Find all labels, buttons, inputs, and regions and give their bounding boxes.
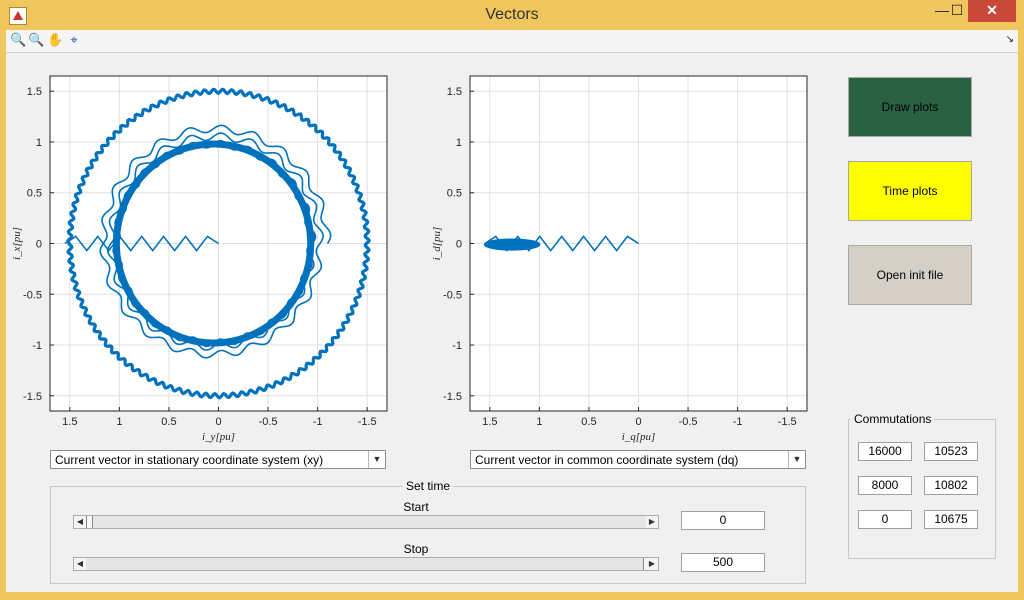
stop-time-input[interactable]: 500 [681, 553, 765, 572]
y-tick-label: 0 [36, 239, 42, 251]
x-tick-label: 0.5 [161, 416, 176, 428]
commutations-panel: Commutations 16000 10523 8000 10802 0 10… [848, 412, 996, 559]
start-label: Start [403, 500, 429, 514]
x-tick-label: -1 [313, 416, 323, 428]
figure-client-area: 1.5 1.5 1 1 0.5 0.5 0 0 -0.5 -0.5 -1 -1 -1.5 -1.5 i_y[… [6, 53, 1018, 592]
plot1-select-value: Current vector in stationary coordinate … [55, 453, 324, 467]
commutation-field[interactable]: 8000 [858, 476, 912, 495]
close-button[interactable]: ✕ [968, 0, 1016, 22]
y-tick-label: 1.5 [447, 86, 462, 98]
y-tick-label: -1.5 [443, 391, 462, 403]
chevron-down-icon[interactable]: ▼ [788, 451, 805, 468]
stop-slider[interactable]: ◀ ▶ [73, 557, 659, 571]
x-tick-label: 0 [635, 416, 641, 428]
x-axis-label: i_y[pu] [202, 431, 235, 443]
figure-toolbar: 🔍 🔍 ✋ ⌖ ↘ [6, 30, 1018, 53]
y-tick-label: -1.5 [23, 391, 42, 403]
commutation-field[interactable]: 10675 [924, 510, 978, 529]
dock-arrow-icon[interactable]: ↘ [1006, 34, 1014, 45]
y-tick-label: -0.5 [443, 289, 462, 301]
slider-left-arrow-icon[interactable]: ◀ [74, 558, 86, 570]
series-blob [483, 238, 541, 251]
x-axis-label: i_q[pu] [622, 431, 656, 443]
start-slider[interactable]: ◀ ▶ [73, 515, 659, 529]
commutation-field[interactable]: 16000 [858, 442, 912, 461]
x-tick-label: 1 [536, 416, 542, 428]
plot2-select-value: Current vector in common coordinate syst… [475, 453, 739, 467]
x-tick-label: 1.5 [62, 416, 77, 428]
y-axis-label: i_d[pu] [431, 227, 443, 261]
y-tick-label: 0.5 [27, 188, 42, 200]
y-tick-label: 1 [36, 137, 42, 149]
x-tick-label: -1.5 [358, 416, 377, 428]
plot-xy-svg[interactable]: 1.5 1.5 1 1 0.5 0.5 0 0 -0.5 -0.5 -1 -1 -1.5 -1.5 i_y[… [6, 53, 406, 453]
y-tick-label: -1 [452, 340, 462, 352]
x-tick-label: -0.5 [679, 416, 698, 428]
time-plots-button[interactable]: Time plots [848, 161, 972, 221]
zoom-out-icon[interactable]: 🔍 [28, 32, 44, 48]
y-axis-label: i_x[pu] [11, 227, 23, 260]
slider-right-arrow-icon[interactable]: ▶ [646, 516, 658, 528]
slider-right-arrow-icon[interactable]: ▶ [646, 558, 658, 570]
x-tick-label: -1 [733, 416, 743, 428]
start-slider-thumb[interactable] [86, 516, 93, 528]
draw-plots-button[interactable]: Draw plots [848, 77, 972, 137]
commutation-field[interactable]: 10523 [924, 442, 978, 461]
y-tick-label: 0.5 [447, 188, 462, 200]
window-title: Vectors [485, 6, 539, 23]
plot-dq-svg[interactable]: 1.5 1.5 1 1 0.5 0.5 0 0 -0.5 -0.5 -1 -1 -1.5 -1.5 i_q[… [426, 53, 826, 453]
x-tick-label: 0 [215, 416, 221, 428]
y-tick-label: 0 [456, 239, 462, 251]
slider-left-arrow-icon[interactable]: ◀ [74, 516, 86, 528]
stop-label: Stop [403, 542, 429, 556]
plot2-type-select[interactable]: Current vector in common coordinate syst… [470, 450, 806, 469]
y-tick-label: 1 [456, 137, 462, 149]
zoom-in-icon[interactable]: 🔍 [10, 32, 26, 48]
x-tick-label: 1.5 [482, 416, 497, 428]
y-tick-label: -0.5 [23, 289, 42, 301]
chevron-down-icon[interactable]: ▼ [368, 451, 385, 468]
data-cursor-icon[interactable]: ⌖ [66, 32, 82, 48]
y-tick-label: -1 [32, 340, 42, 352]
open-init-file-button[interactable]: Open init file [848, 245, 972, 305]
set-time-panel: Set time Start ◀ ▶ 0 Stop ◀ ▶ 500 [50, 479, 806, 584]
plot1-type-select[interactable]: Current vector in stationary coordinate … [50, 450, 386, 469]
x-tick-label: -1.5 [778, 416, 797, 428]
commutation-field[interactable]: 10802 [924, 476, 978, 495]
start-time-input[interactable]: 0 [681, 511, 765, 530]
y-tick-label: 1.5 [27, 86, 42, 98]
commutations-title: Commutations [851, 412, 935, 426]
title-bar: Vectors — ☐ ✕ [0, 0, 1024, 30]
x-tick-label: -0.5 [259, 416, 278, 428]
x-tick-label: 0.5 [581, 416, 596, 428]
x-tick-label: 1 [116, 416, 122, 428]
commutation-field[interactable]: 0 [858, 510, 912, 529]
set-time-title: Set time [403, 479, 454, 493]
pan-icon[interactable]: ✋ [47, 32, 63, 48]
